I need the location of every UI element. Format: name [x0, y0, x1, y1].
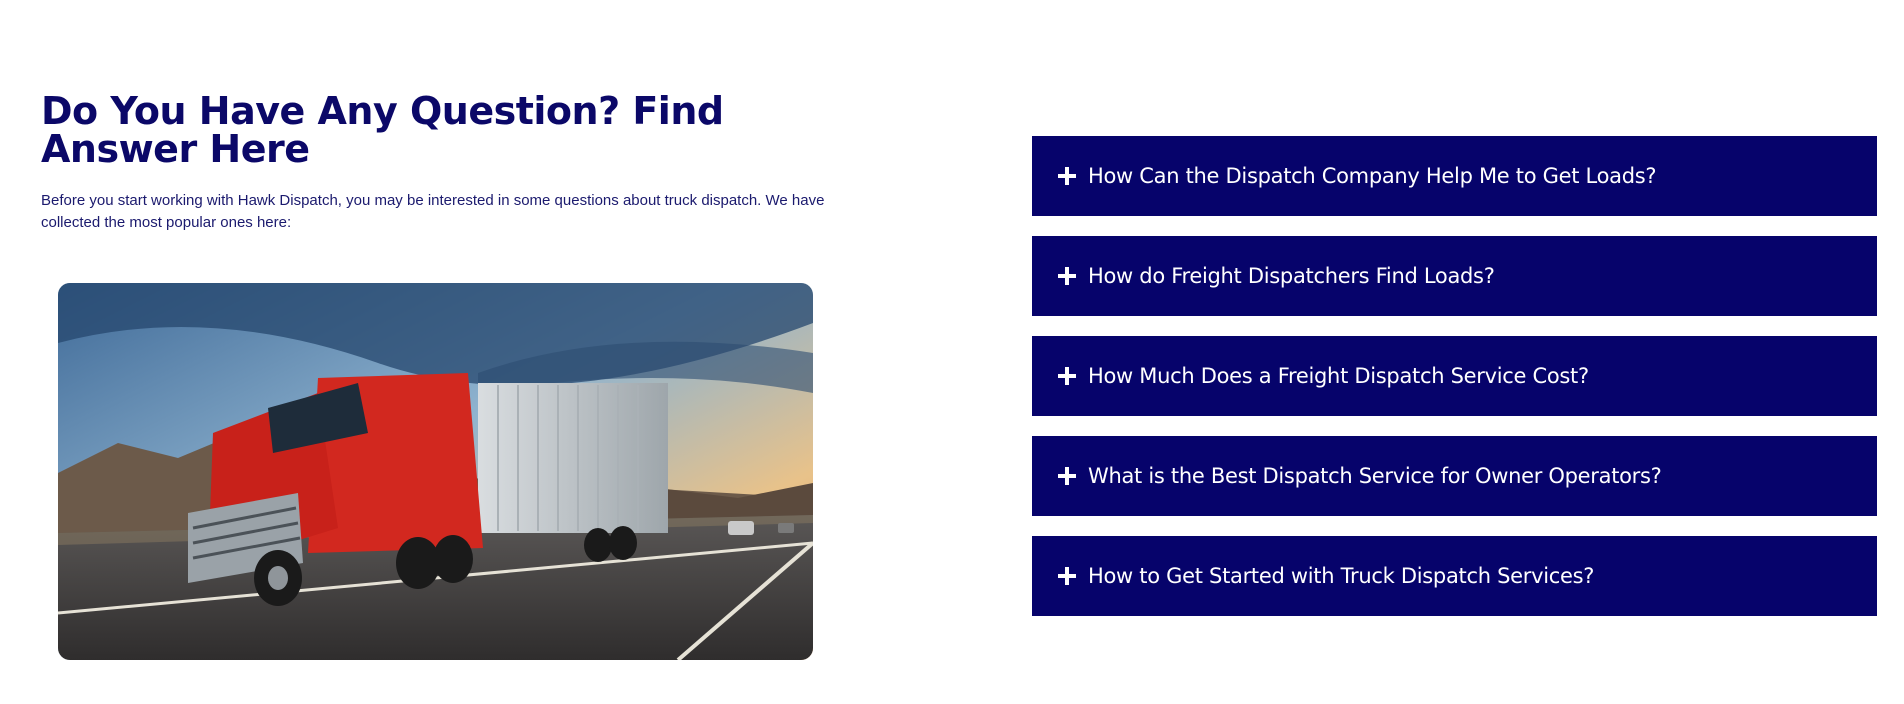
plus-icon — [1058, 367, 1076, 385]
plus-icon — [1058, 167, 1076, 185]
faq-accordion: How Can the Dispatch Company Help Me to … — [1032, 136, 1877, 636]
faq-item[interactable]: How to Get Started with Truck Dispatch S… — [1032, 536, 1877, 616]
faq-intro: Do You Have Any Question? Find Answer He… — [41, 92, 831, 234]
plus-icon — [1058, 267, 1076, 285]
faq-question: How Much Does a Freight Dispatch Service… — [1088, 364, 1589, 388]
truck-photo — [58, 283, 813, 660]
faq-item[interactable]: How Much Does a Freight Dispatch Service… — [1032, 336, 1877, 416]
faq-item[interactable]: How Can the Dispatch Company Help Me to … — [1032, 136, 1877, 216]
faq-question: How to Get Started with Truck Dispatch S… — [1088, 564, 1595, 588]
faq-item[interactable]: What is the Best Dispatch Service for Ow… — [1032, 436, 1877, 516]
plus-icon — [1058, 467, 1076, 485]
faq-question: How do Freight Dispatchers Find Loads? — [1088, 264, 1495, 288]
plus-icon — [1058, 567, 1076, 585]
section-title: Do You Have Any Question? Find Answer He… — [41, 89, 724, 171]
section-description: Before you start working with Hawk Dispa… — [41, 192, 825, 231]
truck-illustration — [58, 283, 813, 660]
faq-question: How Can the Dispatch Company Help Me to … — [1088, 164, 1657, 188]
faq-question: What is the Best Dispatch Service for Ow… — [1088, 464, 1662, 488]
faq-item[interactable]: How do Freight Dispatchers Find Loads? — [1032, 236, 1877, 316]
